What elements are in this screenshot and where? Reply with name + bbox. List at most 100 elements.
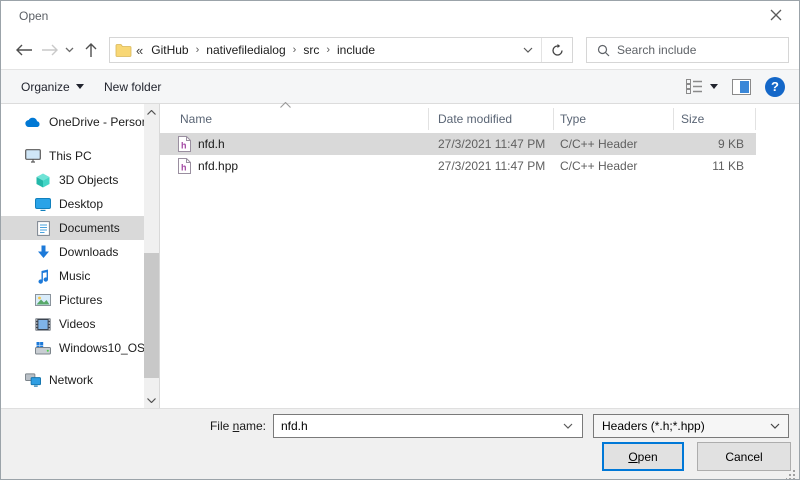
open-file-dialog: Open <box>0 0 800 480</box>
sidebar-item-label: Network <box>49 373 93 387</box>
open-button[interactable]: Open <box>602 442 684 471</box>
document-icon <box>35 220 51 236</box>
address-bar: « GitHub › nativefiledialog › src › incl… <box>109 37 573 63</box>
folder-icon <box>115 43 132 57</box>
file-name-label: File name: <box>121 419 266 433</box>
main-area: OneDrive - Person This PC 3D Objects Des… <box>1 104 799 408</box>
chevron-down-icon <box>65 47 74 53</box>
view-controls: ? <box>686 70 785 103</box>
column-header-size[interactable]: Size <box>674 108 756 130</box>
film-strip-icon <box>35 316 51 332</box>
sidebar-item-music[interactable]: Music <box>1 264 144 288</box>
breadcrumb-item-github[interactable]: GitHub <box>145 38 194 62</box>
footer-panel: File name: Headers (*.h;*.hpp) Open Canc… <box>1 408 799 480</box>
sidebar-item-onedrive[interactable]: OneDrive - Person <box>1 110 144 134</box>
search-input[interactable] <box>617 38 788 62</box>
up-button[interactable] <box>80 40 102 60</box>
breadcrumb-item-nativefiledialog[interactable]: nativefiledialog <box>200 38 291 62</box>
breadcrumb-overflow[interactable]: « <box>132 43 145 58</box>
file-type-dropdown[interactable]: Headers (*.h;*.hpp) <box>593 414 789 438</box>
file-rows: h nfd.h 27/3/2021 11:47 PM C/C++ Header … <box>160 133 756 177</box>
recent-locations-button[interactable] <box>61 40 77 60</box>
sidebar-item-label: Documents <box>59 221 120 235</box>
file-date: 27/3/2021 11:47 PM <box>429 137 554 151</box>
navigation-bar: « GitHub › nativefiledialog › src › incl… <box>1 31 799 69</box>
chevron-down-icon <box>710 84 718 89</box>
sidebar-item-this-pc[interactable]: This PC <box>1 144 144 168</box>
scroll-up-icon[interactable] <box>144 104 159 120</box>
file-name: nfd.h <box>198 137 225 151</box>
header-file-icon: h <box>178 158 191 174</box>
sidebar-item-desktop[interactable]: Desktop <box>1 192 144 216</box>
sidebar-item-pictures[interactable]: Pictures <box>1 288 144 312</box>
file-size: 11 KB <box>674 159 756 173</box>
title-bar: Open <box>1 1 799 31</box>
forward-button[interactable] <box>39 40 61 60</box>
resize-grip-icon[interactable] <box>786 469 796 479</box>
organize-label: Organize <box>21 80 70 94</box>
file-row-nfd-h[interactable]: h nfd.h 27/3/2021 11:47 PM C/C++ Header … <box>160 133 756 155</box>
file-name-input[interactable] <box>274 415 554 437</box>
sidebar-item-label: This PC <box>49 149 92 163</box>
sidebar-item-label: OneDrive - Person <box>49 115 144 129</box>
music-note-icon <box>35 268 51 284</box>
new-folder-label: New folder <box>104 80 161 94</box>
svg-text:h: h <box>181 163 187 173</box>
3d-cube-icon <box>35 172 51 188</box>
sidebar-item-windows10-os[interactable]: Windows10_OS ( <box>1 336 144 360</box>
chevron-down-icon <box>770 423 780 429</box>
details-view-icon <box>686 79 703 94</box>
file-name: nfd.hpp <box>198 159 238 173</box>
desktop-screen-icon <box>35 196 51 212</box>
sidebar-item-label: Desktop <box>59 197 103 211</box>
command-toolbar: Organize New folder ? <box>1 69 799 104</box>
sidebar-item-label: Downloads <box>59 245 118 259</box>
file-list-pane: Name Date modified Type Size h nfd.h 27/… <box>159 104 800 408</box>
column-header-type[interactable]: Type <box>554 108 674 130</box>
file-type: C/C++ Header <box>554 159 674 173</box>
chevron-down-icon <box>76 84 84 89</box>
cancel-button[interactable]: Cancel <box>697 442 791 471</box>
sidebar-item-network[interactable]: Network <box>1 368 144 392</box>
navigation-sidebar: OneDrive - Person This PC 3D Objects Des… <box>1 104 144 408</box>
sidebar-scrollbar[interactable] <box>144 104 159 408</box>
refresh-icon <box>551 44 564 57</box>
scrollbar-thumb[interactable] <box>144 253 159 378</box>
new-folder-button[interactable]: New folder <box>96 70 169 103</box>
file-name-combobox <box>273 414 583 438</box>
column-header-name[interactable]: Name <box>160 108 429 130</box>
sidebar-item-3d-objects[interactable]: 3D Objects <box>1 168 144 192</box>
computer-monitor-icon <box>25 148 41 164</box>
dialog-title: Open <box>19 9 48 23</box>
file-type-value: Headers (*.h;*.hpp) <box>602 419 705 433</box>
file-type: C/C++ Header <box>554 137 674 151</box>
breadcrumb-item-src[interactable]: src <box>297 38 325 62</box>
preview-pane-button[interactable] <box>732 79 751 95</box>
refresh-button[interactable] <box>542 38 572 62</box>
scroll-down-icon[interactable] <box>144 392 159 408</box>
column-headers: Name Date modified Type Size <box>160 106 756 132</box>
back-button[interactable] <box>13 40 35 60</box>
organize-button[interactable]: Organize <box>13 70 92 103</box>
forward-arrow-icon <box>41 44 59 56</box>
help-button[interactable]: ? <box>765 77 785 97</box>
file-size: 9 KB <box>674 137 756 151</box>
chevron-down-icon[interactable] <box>554 423 582 429</box>
preview-pane-icon <box>732 79 751 95</box>
column-header-date-modified[interactable]: Date modified <box>429 108 554 130</box>
back-arrow-icon <box>15 44 33 56</box>
breadcrumb-item-include[interactable]: include <box>331 38 381 62</box>
up-arrow-icon <box>85 42 97 58</box>
download-arrow-icon <box>35 244 51 260</box>
sidebar-item-downloads[interactable]: Downloads <box>1 240 144 264</box>
sidebar-item-label: Music <box>59 269 90 283</box>
change-view-button[interactable] <box>686 79 718 94</box>
close-button[interactable] <box>759 2 793 28</box>
file-row-nfd-hpp[interactable]: h nfd.hpp 27/3/2021 11:47 PM C/C++ Heade… <box>160 155 756 177</box>
sidebar-item-label: Windows10_OS ( <box>59 341 144 355</box>
close-icon <box>770 9 782 21</box>
address-dropdown-button[interactable] <box>514 38 542 62</box>
sidebar-item-documents[interactable]: Documents <box>1 216 144 240</box>
network-computers-icon <box>25 372 41 388</box>
sidebar-item-videos[interactable]: Videos <box>1 312 144 336</box>
